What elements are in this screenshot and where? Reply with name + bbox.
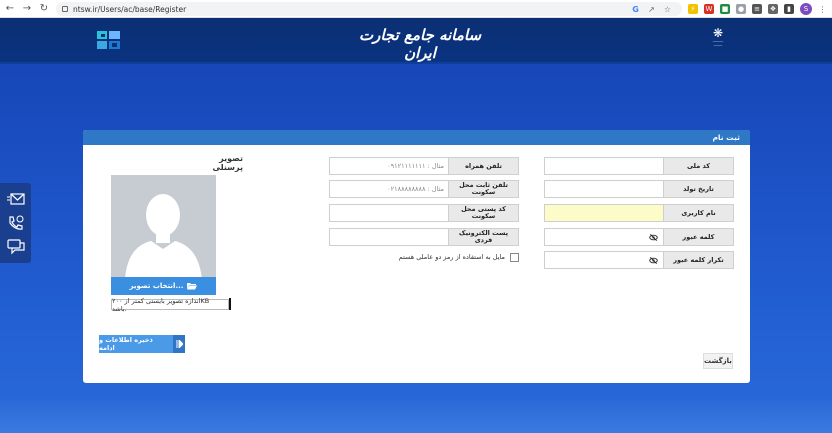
postal-code-field: کد پستی محل سکونت [329, 204, 519, 222]
mobile-field: مثال : ۰۹۱۲۱۱۱۱۱۱۱ تلفن همراه [329, 157, 519, 175]
mobile-label: تلفن همراه [448, 157, 519, 175]
username-label: نام کاربری [663, 204, 734, 222]
iran-emblem-icon: ❋ ───── ──── [712, 26, 724, 48]
side-contact-widget [0, 183, 31, 263]
extension-gray-icon[interactable]: ● [736, 4, 746, 14]
national-id-input[interactable] [544, 157, 664, 175]
postal-code-label: کد پستی محل سکونت [448, 204, 519, 222]
profile-avatar[interactable]: S [800, 3, 812, 15]
username-field: نام کاربری [544, 204, 734, 222]
birth-date-input[interactable] [544, 180, 664, 198]
eye-slash-icon[interactable] [649, 256, 658, 265]
google-icon[interactable]: G [631, 5, 640, 14]
email-input[interactable] [329, 228, 449, 246]
ntsw-logo-icon[interactable] [96, 29, 122, 51]
sidebar-icon[interactable]: ▮ [784, 4, 794, 14]
birth-date-field: تاریخ تولد [544, 180, 734, 198]
national-id-label: کد ملی [663, 157, 734, 175]
photo-placeholder [111, 175, 216, 280]
address-bar[interactable]: ntsw.ir/Users/ac/base/Register G ↗ ☆ [56, 2, 682, 16]
repeat-password-field: تکرار کلمه عبور [544, 251, 734, 269]
photo-title: تصویر پرسنلی [212, 154, 243, 172]
back-arrow-icon[interactable]: ← [3, 2, 17, 16]
national-id-field: کد ملی [544, 157, 734, 175]
extension-green-icon[interactable]: ■ [720, 4, 730, 14]
reload-icon[interactable]: ↻ [37, 2, 51, 16]
repeat-password-input[interactable] [544, 251, 664, 269]
menu-dots-icon[interactable]: ⋮ [818, 5, 827, 14]
share-icon[interactable]: ↗ [647, 5, 656, 14]
eye-slash-icon[interactable] [649, 233, 658, 242]
text-cursor [229, 298, 231, 310]
choose-photo-button[interactable]: انتخاب تصویر... [111, 277, 216, 295]
forward-arrow-icon[interactable]: → [20, 2, 34, 16]
registration-card: ثبت نام کد ملی تاریخ تولد نام کاربری کلم… [83, 130, 750, 383]
back-button[interactable]: بازگشت [703, 353, 733, 369]
username-input[interactable] [544, 204, 664, 222]
repeat-password-label: تکرار کلمه عبور [663, 251, 734, 269]
landline-label: تلفن ثابت محل سکونت [448, 180, 519, 198]
site-header: سامانه جامع تجارت ایران ❋ ───── ──── [0, 18, 832, 64]
save-and-continue-button[interactable]: ذخیره اطلاعات و ادامه [99, 335, 185, 353]
email-field: پست الکترونیک فردی [329, 228, 519, 246]
postal-code-input[interactable] [329, 204, 449, 222]
lock-icon [62, 6, 68, 12]
extension-red-icon[interactable]: W [704, 4, 714, 14]
extension-list-icon[interactable]: ≡ [752, 4, 762, 14]
puzzle-icon[interactable]: ❖ [768, 4, 778, 14]
password-input[interactable] [544, 228, 664, 246]
card-title: ثبت نام [83, 130, 750, 145]
mail-icon[interactable] [6, 190, 26, 208]
upload-label: انتخاب تصویر... [129, 282, 184, 290]
password-label: کلمه عبور [663, 228, 734, 246]
background-wave [0, 400, 832, 433]
password-field: کلمه عبور [544, 228, 734, 246]
two-factor-option: مایل به استفاده از رمز دو عاملی هستم [329, 251, 519, 263]
arrow-icon [173, 335, 185, 353]
birth-date-label: تاریخ تولد [663, 180, 734, 198]
save-label: ذخیره اطلاعات و ادامه [99, 336, 153, 352]
phone-icon[interactable] [6, 214, 26, 232]
email-label: پست الکترونیک فردی [448, 228, 519, 246]
folder-open-icon [187, 283, 198, 290]
two-factor-label: مایل به استفاده از رمز دو عاملی هستم [398, 253, 505, 261]
extension-lightning-icon[interactable]: ⚡ [688, 4, 698, 14]
two-factor-checkbox[interactable] [510, 252, 519, 262]
photo-size-note: اندازه تصویر بایستی کمتر از ۲۰۰KB باشد. [111, 297, 229, 313]
site-title: سامانه جامع تجارت ایران [358, 26, 482, 62]
user-silhouette-icon [111, 175, 216, 280]
mobile-input[interactable]: مثال : ۰۹۱۲۱۱۱۱۱۱۱ [329, 157, 449, 175]
url-text: ntsw.ir/Users/ac/base/Register [73, 4, 187, 14]
landline-field: مثال : ۰۲۱۸۸۸۸۸۸۸۸ تلفن ثابت محل سکونت [329, 180, 519, 198]
chat-icon[interactable] [6, 238, 26, 256]
browser-toolbar: ← → ↻ ntsw.ir/Users/ac/base/Register G ↗… [0, 0, 832, 18]
landline-input[interactable]: مثال : ۰۲۱۸۸۸۸۸۸۸۸ [329, 180, 449, 198]
star-icon[interactable]: ☆ [663, 5, 672, 14]
